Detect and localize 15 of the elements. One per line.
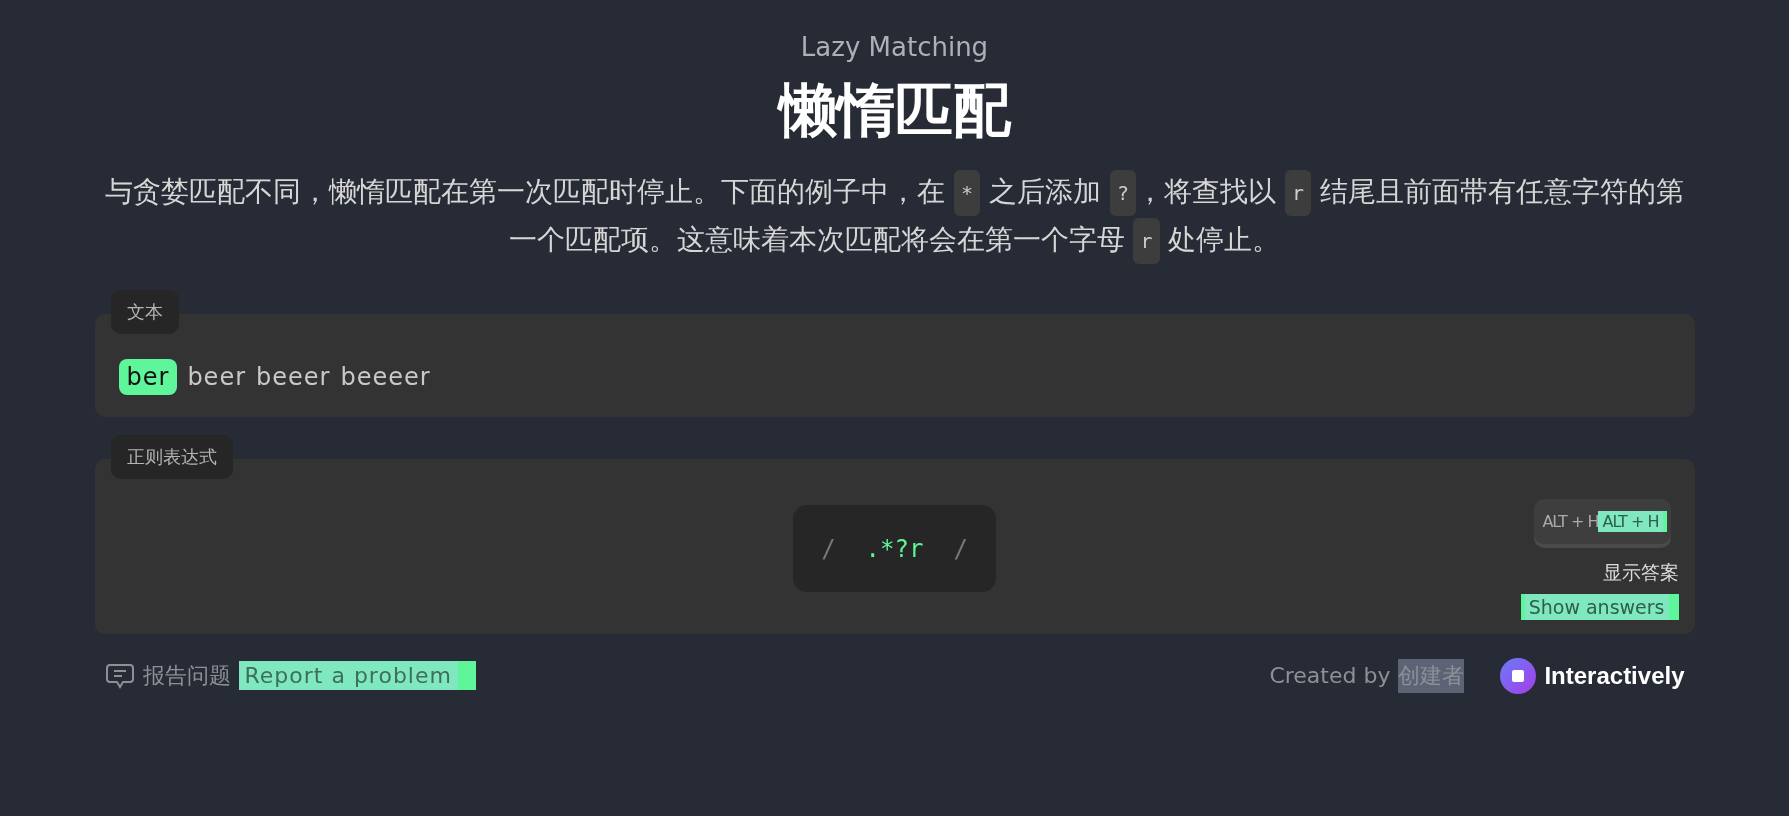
description-paragraph: 与贪婪匹配不同，懒惰匹配在第一次匹配时停止。下面的例子中，在 * 之后添加 ? ，将查找以 r 结尾且前面带有任意字符的第一个匹配项。这意味着本次匹配将会在第一个字母 r 处停止。 (104, 167, 1685, 264)
text-word: beeeer (340, 361, 431, 393)
regex-field[interactable]: / .*?r / (793, 505, 996, 593)
panel-label: 文本 (110, 289, 179, 334)
brand-name[interactable]: Interactively (1544, 661, 1685, 690)
credit-text: Created by (1269, 663, 1391, 689)
logo-icon (1500, 657, 1537, 694)
match-highlight: ber (118, 358, 178, 395)
page-subtitle: Lazy Matching (800, 32, 989, 62)
show-answers-label[interactable]: 显示答案 (1602, 559, 1679, 586)
text-word: beer (187, 361, 246, 393)
page-title: 懒惰匹配 (778, 76, 1011, 146)
panel-label: 正则表达式 (110, 434, 233, 479)
text-word: beeer (256, 361, 331, 393)
report-link[interactable]: 报告问题 (142, 660, 231, 691)
